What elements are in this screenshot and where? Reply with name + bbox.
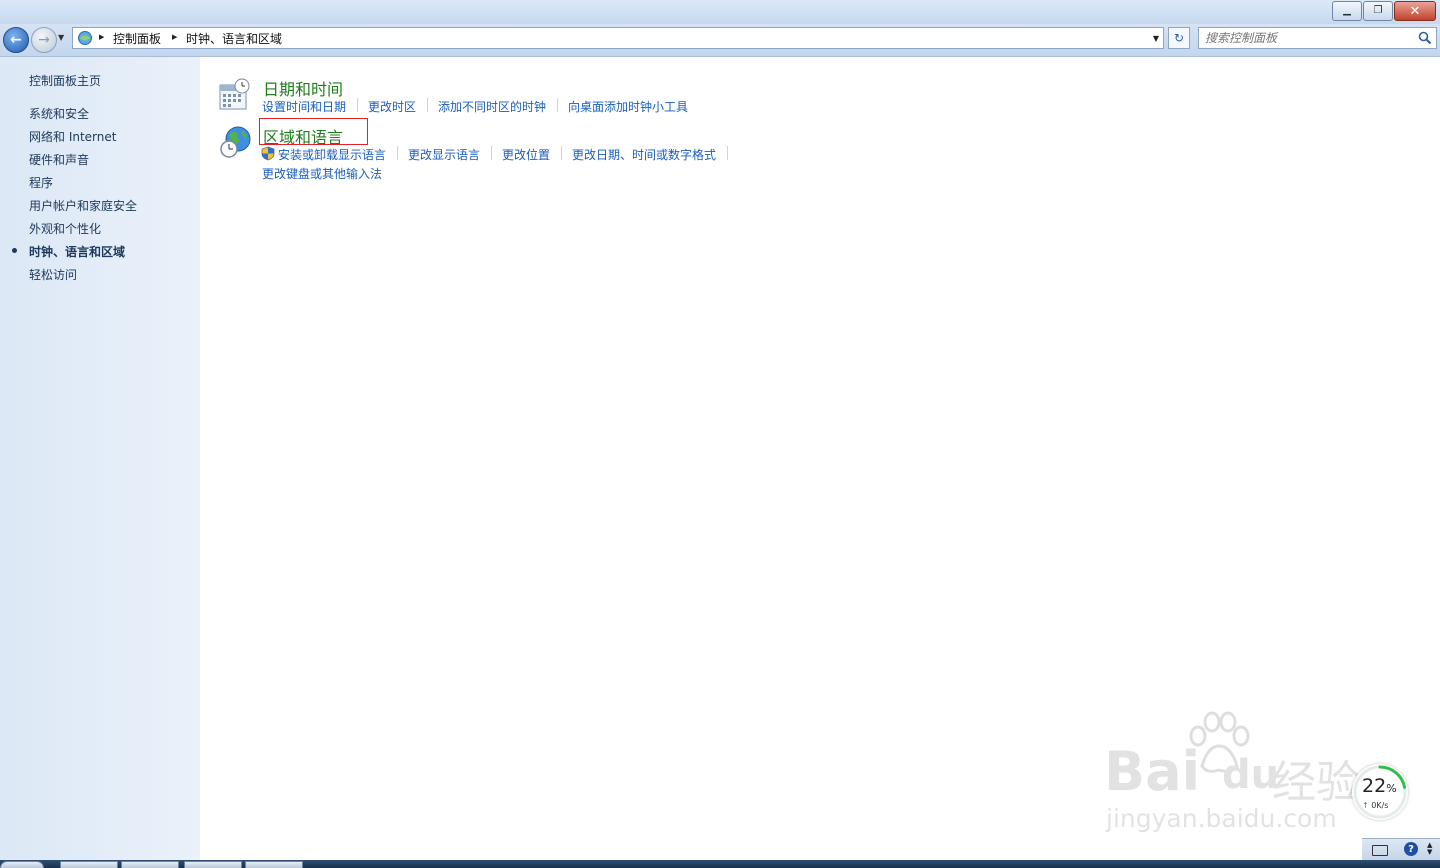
control-panel-icon — [78, 31, 92, 45]
help-button[interactable]: ? — [1404, 842, 1418, 856]
taskbar-app-button[interactable] — [121, 861, 179, 868]
upload-arrow-icon: ↑ — [1362, 801, 1369, 810]
sidebar-item-system-security[interactable]: 系统和安全 — [29, 105, 89, 122]
maximize-button[interactable]: ❐ — [1363, 1, 1393, 21]
sidebar-item-hardware-sound[interactable]: 硬件和声音 — [29, 151, 89, 168]
task-divider — [727, 146, 728, 160]
system-tray: ? ▲ ▼ — [1362, 838, 1440, 861]
taskbar-app-button[interactable] — [184, 861, 242, 868]
taskbar-app-button[interactable] — [245, 861, 303, 868]
address-bar[interactable]: ▶ 控制面板 ▶ 时钟、语言和区域 ▼ — [72, 27, 1164, 49]
navigation-bar: ← → ▼ ▶ 控制面板 ▶ 时钟、语言和区域 ▼ ↻ — [0, 24, 1440, 57]
speed-rate: ↑ 0K/s — [1362, 801, 1388, 810]
watermark-url: jingyan.baidu.com — [1106, 804, 1337, 833]
minimize-button[interactable]: ▁ — [1332, 1, 1362, 21]
refresh-button[interactable]: ↻ — [1168, 27, 1190, 49]
search-input[interactable] — [1205, 29, 1410, 47]
uac-shield-icon — [261, 146, 275, 161]
sidebar-item-programs[interactable]: 程序 — [29, 174, 53, 191]
sidebar-item-ease-of-access[interactable]: 轻松访问 — [29, 266, 77, 283]
search-icon[interactable] — [1418, 31, 1432, 45]
task-link-add-clock-gadget[interactable]: 向桌面添加时钟小工具 — [568, 98, 688, 115]
help-icon: ? — [1408, 843, 1414, 855]
task-divider — [427, 98, 428, 112]
category-title-date-time[interactable]: 日期和时间 — [263, 76, 343, 100]
task-divider — [397, 146, 398, 160]
start-button[interactable] — [0, 861, 44, 868]
task-link-change-display-language[interactable]: 更改显示语言 — [408, 146, 480, 163]
speed-percent-sign: % — [1386, 782, 1397, 795]
task-link-install-display-language[interactable]: 安装或卸载显示语言 — [278, 146, 386, 163]
address-dropdown-icon[interactable]: ▼ — [1153, 34, 1159, 43]
sidebar-item-control-panel-home[interactable]: 控制面板主页 — [29, 72, 101, 89]
task-divider — [357, 98, 358, 112]
speed-percent-value: 22 — [1362, 775, 1387, 797]
highlight-box — [259, 118, 368, 145]
breadcrumb-control-panel[interactable]: 控制面板 — [113, 30, 161, 47]
task-link-change-time-zone[interactable]: 更改时区 — [368, 98, 416, 115]
baidu-jingyan-watermark: Bai du 经验 jingyan.baidu.com — [1104, 710, 1362, 840]
forward-arrow-icon: → — [38, 32, 50, 48]
current-item-bullet — [12, 248, 17, 253]
globe-clock-icon[interactable] — [218, 124, 252, 160]
task-link-change-keyboard-input[interactable]: 更改键盘或其他输入法 — [262, 165, 382, 182]
recent-pages-button[interactable]: ▼ — [58, 33, 64, 42]
calendar-clock-icon[interactable] — [218, 77, 250, 111]
sidebar: 控制面板主页 系统和安全 网络和 Internet 硬件和声音 程序 用户帐户和… — [0, 57, 200, 860]
sidebar-item-clock-language-region[interactable]: 时钟、语言和区域 — [29, 243, 125, 260]
taskbar — [0, 860, 1440, 868]
taskbar-app-button[interactable] — [60, 861, 118, 868]
watermark-site-name: 经验 — [1272, 757, 1360, 808]
task-divider — [561, 146, 562, 160]
watermark-brand: Bai — [1104, 740, 1201, 803]
search-box[interactable] — [1198, 27, 1437, 49]
task-link-add-clocks[interactable]: 添加不同时区的时钟 — [438, 98, 546, 115]
tray-expand-icon[interactable]: ▲ ▼ — [1427, 842, 1432, 856]
task-divider — [557, 98, 558, 112]
keyboard-icon[interactable] — [1372, 845, 1388, 856]
window-controls: ▁ ❐ ✕ — [1331, 1, 1436, 21]
forward-button[interactable]: → — [31, 27, 57, 53]
sidebar-item-user-accounts[interactable]: 用户帐户和家庭安全 — [29, 197, 137, 214]
sidebar-item-network-internet[interactable]: 网络和 Internet — [29, 128, 116, 145]
breadcrumb-separator-icon[interactable]: ▶ — [172, 33, 177, 41]
breadcrumb-separator-icon[interactable]: ▶ — [99, 33, 104, 41]
task-link-change-date-time-number-format[interactable]: 更改日期、时间或数字格式 — [572, 146, 716, 163]
task-link-change-location[interactable]: 更改位置 — [502, 146, 550, 163]
breadcrumb-clock-language-region[interactable]: 时钟、语言和区域 — [186, 30, 282, 47]
sidebar-item-appearance[interactable]: 外观和个性化 — [29, 220, 101, 237]
speed-rate-value: 0K/s — [1371, 801, 1389, 810]
refresh-icon: ↻ — [1173, 31, 1185, 45]
task-link-set-time-date[interactable]: 设置时间和日期 — [262, 98, 346, 115]
back-button[interactable]: ← — [3, 27, 29, 53]
window-title-bar: ▁ ❐ ✕ — [0, 0, 1440, 24]
close-button[interactable]: ✕ — [1394, 1, 1436, 21]
task-divider — [491, 146, 492, 160]
watermark-brand-suffix: du — [1222, 752, 1280, 798]
back-arrow-icon: ← — [10, 32, 22, 48]
speed-percent: 22% — [1362, 775, 1397, 797]
network-speed-widget[interactable]: 22% ↑ 0K/s — [1352, 764, 1408, 820]
